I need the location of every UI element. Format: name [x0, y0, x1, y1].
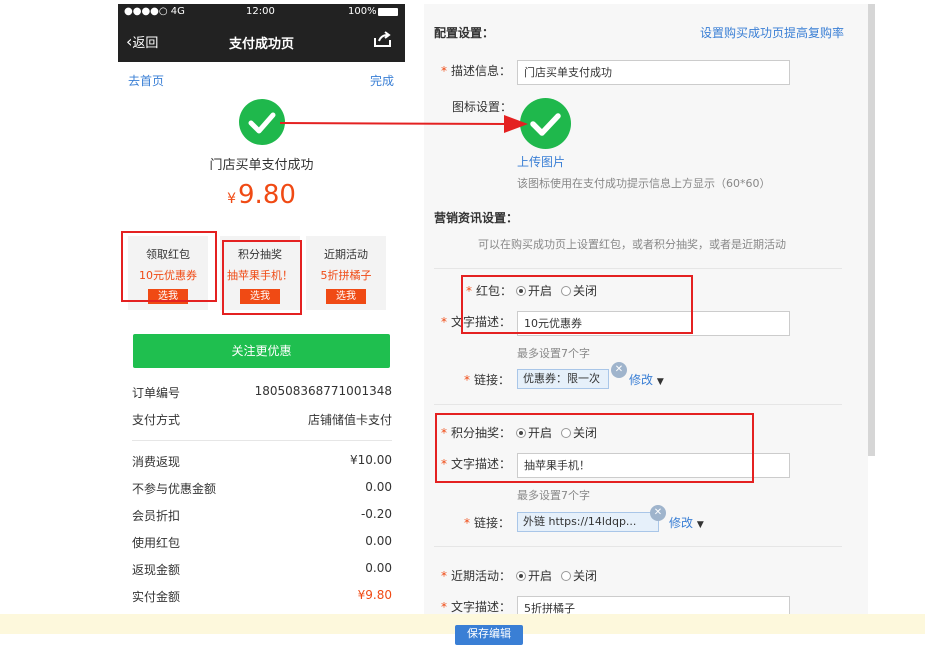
annotation-arrow: [279, 115, 528, 133]
